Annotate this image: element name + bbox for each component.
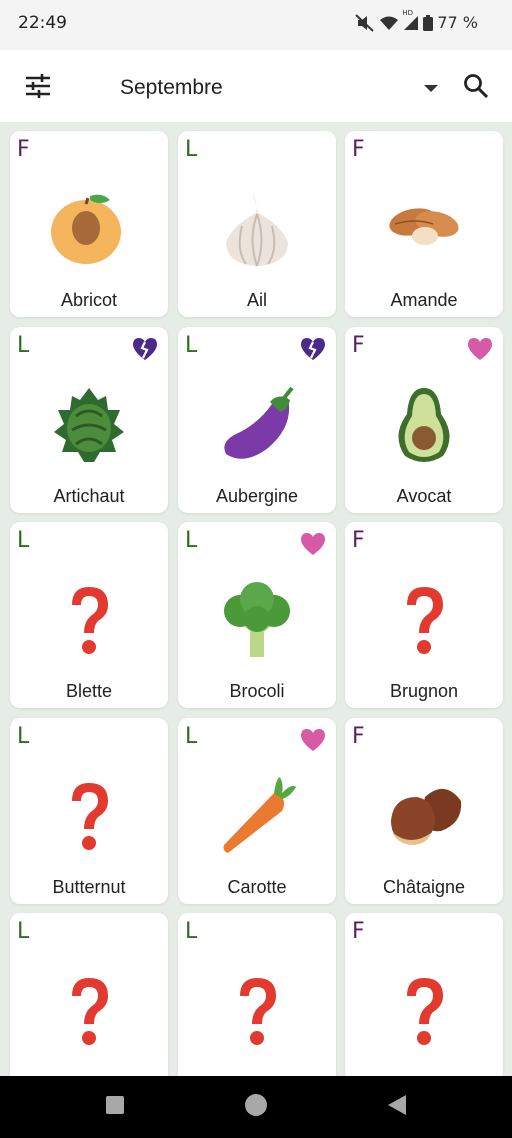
produce-card[interactable]: F Abricot xyxy=(10,131,168,317)
battery-text: 77 % xyxy=(437,13,478,32)
network-badge: HD xyxy=(402,8,413,17)
produce-card[interactable]: L xyxy=(178,913,336,1076)
type-badge: L xyxy=(17,724,30,749)
produce-card[interactable]: L Aubergine xyxy=(178,327,336,513)
broccoli-icon xyxy=(217,580,297,660)
type-badge: L xyxy=(185,528,198,553)
produce-card[interactable]: L xyxy=(10,913,168,1076)
almond-icon xyxy=(384,189,464,269)
type-badge: F xyxy=(352,724,365,749)
status-time: 22:49 xyxy=(18,13,67,33)
type-badge: F xyxy=(352,137,365,162)
produce-name: Butternut xyxy=(52,877,126,897)
produce-name: Carotte xyxy=(227,877,287,897)
month-label: Septembre xyxy=(120,76,223,99)
question-icon xyxy=(49,580,129,660)
filter-button[interactable] xyxy=(20,70,56,106)
broken-heart-icon[interactable] xyxy=(300,337,326,361)
search-button[interactable] xyxy=(458,70,494,106)
produce-card[interactable]: L Ail xyxy=(178,131,336,317)
month-select[interactable]: Septembre xyxy=(120,68,442,108)
produce-card[interactable]: L Blette xyxy=(10,522,168,708)
produce-card[interactable]: F Avocat xyxy=(345,327,503,513)
type-badge: L xyxy=(17,528,30,553)
produce-name: Avocat xyxy=(396,486,452,506)
status-icons: HD 77 % xyxy=(355,9,478,32)
produce-card[interactable]: L Butternut xyxy=(10,718,168,904)
home-icon xyxy=(244,1093,268,1121)
heart-icon[interactable] xyxy=(300,532,326,556)
heart-icon[interactable] xyxy=(467,337,493,361)
produce-grid: F Abricot L Ail F Amande L Artichaut L Aubergine F… xyxy=(0,122,512,1076)
question-icon xyxy=(49,776,129,856)
produce-card[interactable]: F xyxy=(345,913,503,1076)
broken-heart-icon[interactable] xyxy=(132,337,158,361)
question-icon xyxy=(217,971,297,1051)
question-icon xyxy=(49,971,129,1051)
mute-icon xyxy=(355,13,375,32)
recents-icon xyxy=(105,1095,125,1119)
produce-card[interactable]: F Amande xyxy=(345,131,503,317)
wifi-icon xyxy=(379,15,399,31)
apricot-icon xyxy=(49,189,129,269)
produce-card[interactable]: F Châtaigne xyxy=(345,718,503,904)
type-badge: L xyxy=(17,919,30,944)
type-badge: L xyxy=(185,137,198,162)
produce-name: Amande xyxy=(390,290,458,310)
type-badge: F xyxy=(352,333,365,358)
home-button[interactable] xyxy=(242,1093,270,1121)
produce-card[interactable]: L Brocoli xyxy=(178,522,336,708)
question-icon xyxy=(384,971,464,1051)
chestnut-icon xyxy=(384,776,464,856)
navigation-bar xyxy=(0,1076,512,1138)
type-badge: L xyxy=(185,724,198,749)
status-bar: 22:49 HD 77 % xyxy=(0,0,512,50)
produce-name: Brugnon xyxy=(389,681,459,701)
search-icon xyxy=(463,73,489,103)
produce-card[interactable]: L Carotte xyxy=(178,718,336,904)
type-badge: L xyxy=(185,333,198,358)
avocado-icon xyxy=(384,385,464,465)
app-bar: Septembre xyxy=(0,50,512,122)
artichoke-icon xyxy=(49,385,129,465)
produce-name: Ail xyxy=(246,290,267,310)
tune-icon xyxy=(25,74,51,102)
produce-card[interactable]: L Artichaut xyxy=(10,327,168,513)
type-badge: L xyxy=(17,333,30,358)
question-icon xyxy=(384,580,464,660)
heart-icon[interactable] xyxy=(300,728,326,752)
produce-name: Brocoli xyxy=(229,681,285,701)
back-icon xyxy=(386,1094,408,1120)
battery-icon xyxy=(423,14,434,31)
type-badge: F xyxy=(352,528,365,553)
carrot-icon xyxy=(217,776,297,856)
recents-button[interactable] xyxy=(101,1093,129,1121)
produce-card[interactable]: F Brugnon xyxy=(345,522,503,708)
eggplant-icon xyxy=(217,385,297,465)
produce-name: Aubergine xyxy=(215,486,299,506)
dropdown-arrow-icon xyxy=(424,84,438,92)
type-badge: F xyxy=(17,137,30,162)
back-button[interactable] xyxy=(383,1093,411,1121)
produce-name: Abricot xyxy=(60,290,118,310)
type-badge: F xyxy=(352,919,365,944)
garlic-icon xyxy=(217,189,297,269)
signal-icon: HD xyxy=(402,9,419,31)
type-badge: L xyxy=(185,919,198,944)
produce-name: Blette xyxy=(65,681,113,701)
produce-name: Châtaigne xyxy=(382,877,466,897)
produce-name: Artichaut xyxy=(53,486,125,506)
